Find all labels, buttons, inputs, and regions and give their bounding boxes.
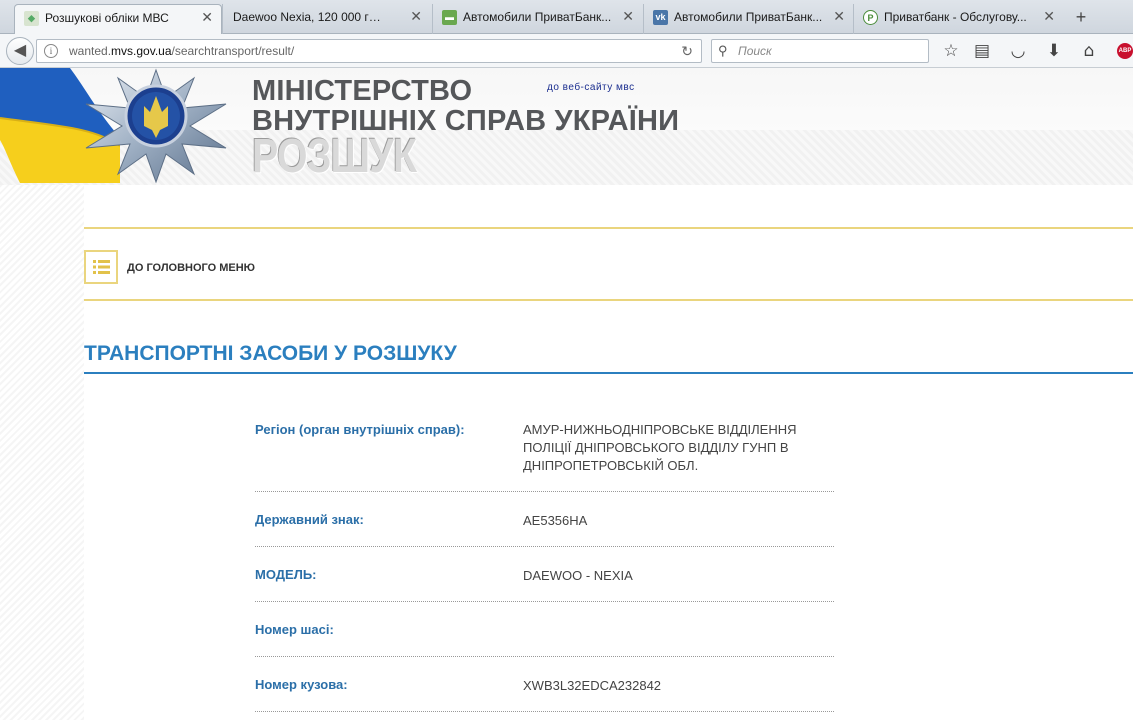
menu-divider-top [84, 227, 1133, 229]
field-label: Регіон (орган внутрішніх справ): [255, 422, 465, 437]
privat-car-favicon-icon: ▬ [442, 10, 457, 25]
page-title: ТРАНСПОРТНІ ЗАСОБИ У РОЗШУКУ [84, 342, 457, 365]
tab-privat-auto[interactable]: ▬ Автомобили ПриватБанк... ✕ [432, 4, 642, 34]
site-info-icon[interactable]: i [44, 44, 58, 58]
field-label: Номер кузова: [255, 677, 348, 692]
mvs-favicon-icon: ◆ [24, 11, 39, 26]
field-row-model: МОДЕЛЬ: DAEWOO - NEXIA [255, 547, 834, 602]
adblock-icon[interactable]: ABP [1117, 43, 1133, 59]
browser-nav-bar: ◀ i wanted.mvs.gov.ua/searchtransport/res… [0, 34, 1133, 68]
list-menu-icon [93, 260, 110, 274]
tab-label: Автомобили ПриватБанк... [674, 10, 823, 24]
field-row-chassis: Номер шасі: [255, 602, 834, 657]
field-label: МОДЕЛЬ: [255, 567, 317, 582]
menu-divider-bottom [84, 299, 1133, 301]
field-value: АМУР-НИЖНЬОДНІПРОВСЬКЕ ВІДДІЛЕННЯ ПОЛІЦІ… [523, 422, 797, 473]
title-underline [84, 372, 1133, 374]
pocket-icon[interactable]: ◡ [1007, 40, 1029, 62]
browser-tab-bar: ◆ Розшукові обліки МВС ✕ Daewoo Nexia, 1… [0, 0, 1133, 34]
police-star-emblem-icon [85, 68, 227, 184]
site-header: МІНІСТЕРСТВО ВНУТРІШНІХ СПРАВ УКРАЇНИ до… [0, 68, 1133, 185]
tab-label: Приватбанк - Обслугову... [884, 10, 1027, 24]
field-value: DAEWOO - NEXIA [523, 568, 633, 583]
page-content: МІНІСТЕРСТВО ВНУТРІШНІХ СПРАВ УКРАЇНИ до… [0, 68, 1133, 720]
tab-wanted-mvs[interactable]: ◆ Розшукові обліки МВС ✕ [14, 4, 222, 34]
ministry-website-link[interactable]: до веб-сайту мвс [547, 82, 635, 93]
close-tab-icon[interactable]: ✕ [622, 4, 634, 30]
vk-favicon-icon: vk [653, 10, 668, 25]
url-prefix: wanted. [69, 44, 112, 58]
left-pattern-decoration [0, 185, 84, 720]
main-menu-button[interactable] [84, 250, 118, 284]
field-row-region: Регіон (орган внутрішніх справ): АМУР-НИ… [255, 408, 834, 492]
field-label: Державний знак: [255, 512, 364, 527]
search-icon: ⚲ [718, 43, 728, 58]
tab-daewoo-nexia[interactable]: Daewoo Nexia, 120 000 грн - Pl... ✕ [222, 4, 430, 34]
url-path: /searchtransport/result/ [171, 44, 295, 58]
tab-privatbank-service[interactable]: Р Приватбанк - Обслугову... ✕ [853, 4, 1063, 34]
privat-favicon-icon: Р [863, 10, 878, 25]
download-icon[interactable]: ⬇ [1043, 40, 1065, 62]
back-arrow-icon[interactable]: ◀ [6, 37, 34, 65]
url-bar[interactable]: i wanted.mvs.gov.ua/searchtransport/resul… [36, 39, 702, 63]
reload-icon[interactable]: ↻ [681, 40, 693, 62]
field-row-plate: Державний знак: AE5356HA [255, 492, 834, 547]
field-value: XWB3L32EDCA232842 [523, 678, 662, 693]
close-tab-icon[interactable]: ✕ [833, 4, 845, 30]
bookmark-star-icon[interactable]: ☆ [940, 40, 962, 62]
close-tab-icon[interactable]: ✕ [201, 5, 213, 31]
field-label: Номер шасі: [255, 622, 334, 637]
tab-vk-privat-auto[interactable]: vk Автомобили ПриватБанк... ✕ [643, 4, 853, 34]
rozshuk-subtitle: РОЗШУК [252, 130, 417, 183]
search-input[interactable]: ⚲ Поиск [711, 39, 929, 63]
close-tab-icon[interactable]: ✕ [410, 4, 422, 30]
url-domain: mvs.gov.ua [111, 44, 172, 58]
search-placeholder: Поиск [738, 44, 772, 58]
field-row-body-number: Номер кузова: XWB3L32EDCA232842 [255, 657, 834, 712]
tab-label: Розшукові обліки МВС [45, 11, 169, 25]
tab-label: Daewoo Nexia, 120 000 грн - Pl... [233, 10, 383, 24]
close-tab-icon[interactable]: ✕ [1043, 4, 1055, 30]
tab-label: Автомобили ПриватБанк... [463, 10, 612, 24]
new-tab-icon[interactable]: + [1068, 6, 1094, 30]
field-value: AE5356HA [523, 513, 588, 528]
home-icon[interactable]: ⌂ [1078, 40, 1100, 62]
main-menu-link[interactable]: ДО ГОЛОВНОГО МЕНЮ [127, 262, 255, 274]
reading-list-icon[interactable]: ▤ [971, 40, 993, 62]
